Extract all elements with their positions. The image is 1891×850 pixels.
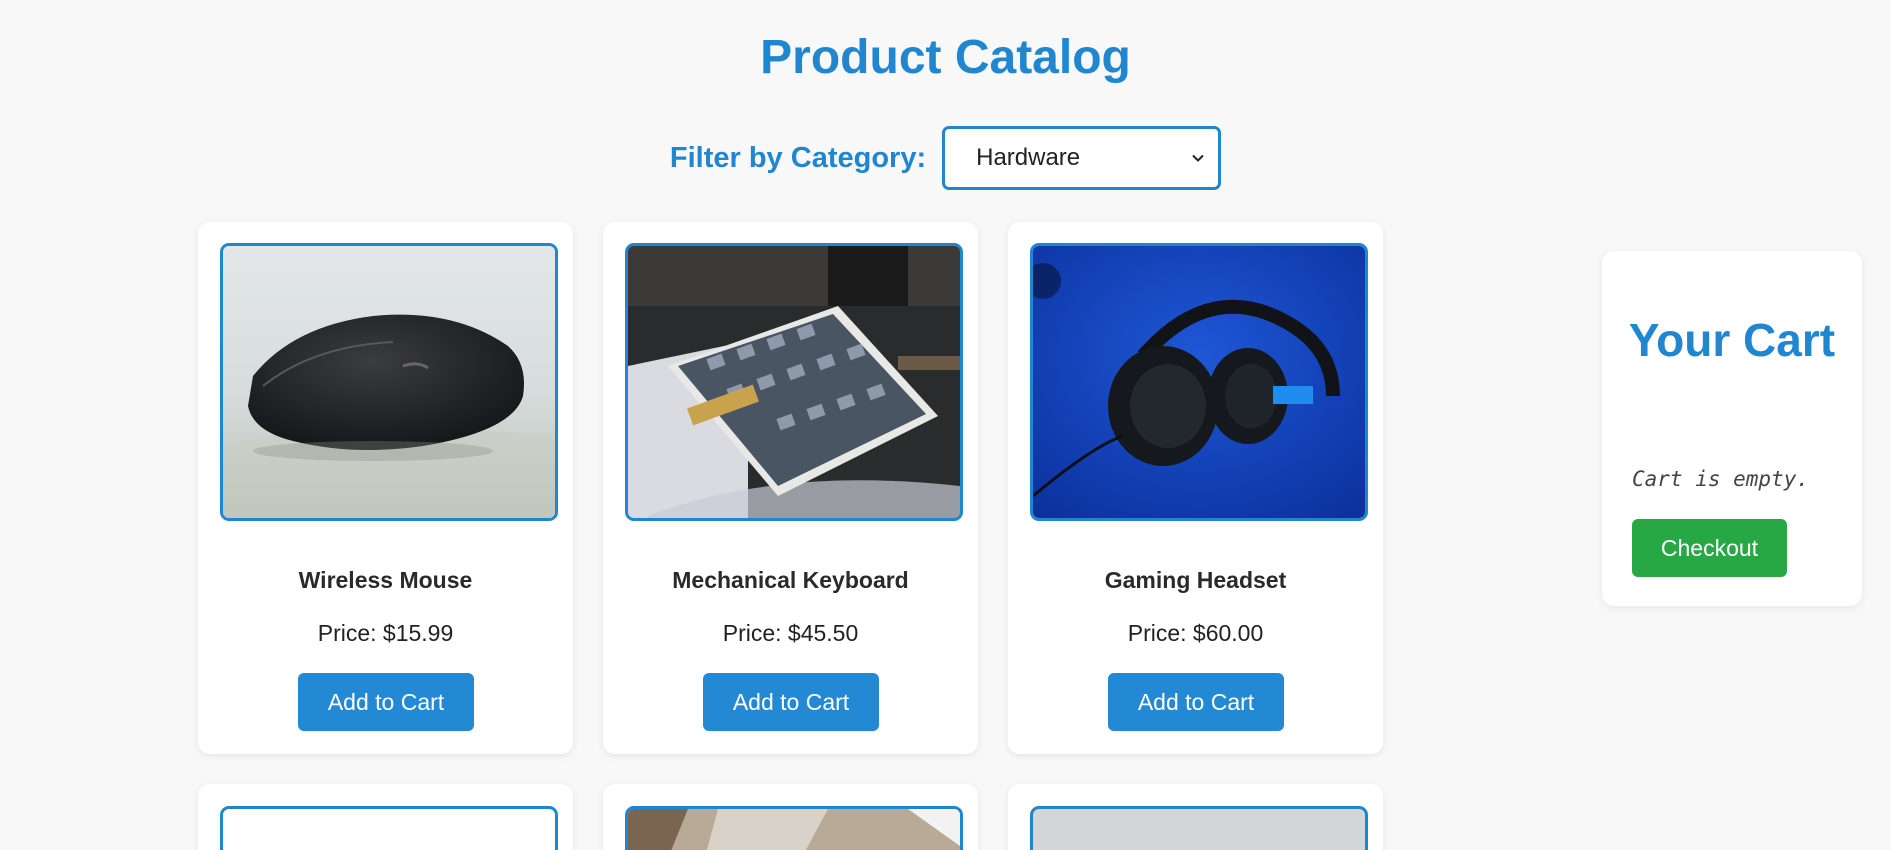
cart-title-text: Your Cart: [1628, 314, 1836, 366]
page-title: Product Catalog: [760, 31, 1131, 84]
product-card: [603, 784, 978, 850]
category-filter: Filter by Category: Hardware: [0, 126, 1891, 190]
product-image: [1030, 243, 1368, 521]
cart-panel: Your Cart Cart is empty. Checkout: [1602, 251, 1862, 606]
product-price: Price: $15.99: [317, 620, 454, 646]
product-image: [220, 806, 558, 850]
product-photo: [628, 809, 960, 850]
product-name: Gaming Headset: [1104, 567, 1287, 593]
product-card: Mechanical Keyboard Price: $45.50 Add to…: [603, 222, 978, 754]
add-to-cart-button[interactable]: Add to Cart: [298, 673, 474, 731]
product-image: [625, 243, 963, 521]
category-select-value: Hardware: [976, 144, 1081, 171]
product-image: [1030, 806, 1368, 850]
gaming-headset-photo: [1033, 246, 1365, 518]
chevron-down-icon: [1192, 154, 1204, 162]
product-price: Price: $45.50: [722, 620, 859, 646]
product-name: Mechanical Keyboard: [672, 567, 909, 593]
filter-label: Filter by Category:: [669, 141, 927, 174]
product-image: [220, 243, 558, 521]
category-select[interactable]: Hardware: [942, 126, 1222, 190]
cart-title: Your Cart: [1602, 311, 1862, 369]
product-catalog-page: Product Catalog Filter by Category: Hard…: [0, 0, 1891, 850]
mechanical-keyboard-photo: [628, 246, 960, 518]
product-card: [198, 784, 573, 850]
product-name: Wireless Mouse: [298, 567, 473, 593]
product-card: [1008, 784, 1383, 850]
cart-empty-text: Cart is empty.: [1632, 467, 1810, 491]
checkout-button[interactable]: Checkout: [1632, 519, 1787, 577]
wireless-mouse-photo: [223, 246, 555, 518]
product-image: [625, 806, 963, 850]
product-card: Gaming Headset Price: $60.00 Add to Cart: [1008, 222, 1383, 754]
add-to-cart-button[interactable]: Add to Cart: [1108, 673, 1284, 731]
add-to-cart-button[interactable]: Add to Cart: [703, 673, 879, 731]
product-card: Wireless Mouse Price: $15.99 Add to Cart: [198, 222, 573, 754]
product-price: Price: $60.00: [1127, 620, 1264, 646]
